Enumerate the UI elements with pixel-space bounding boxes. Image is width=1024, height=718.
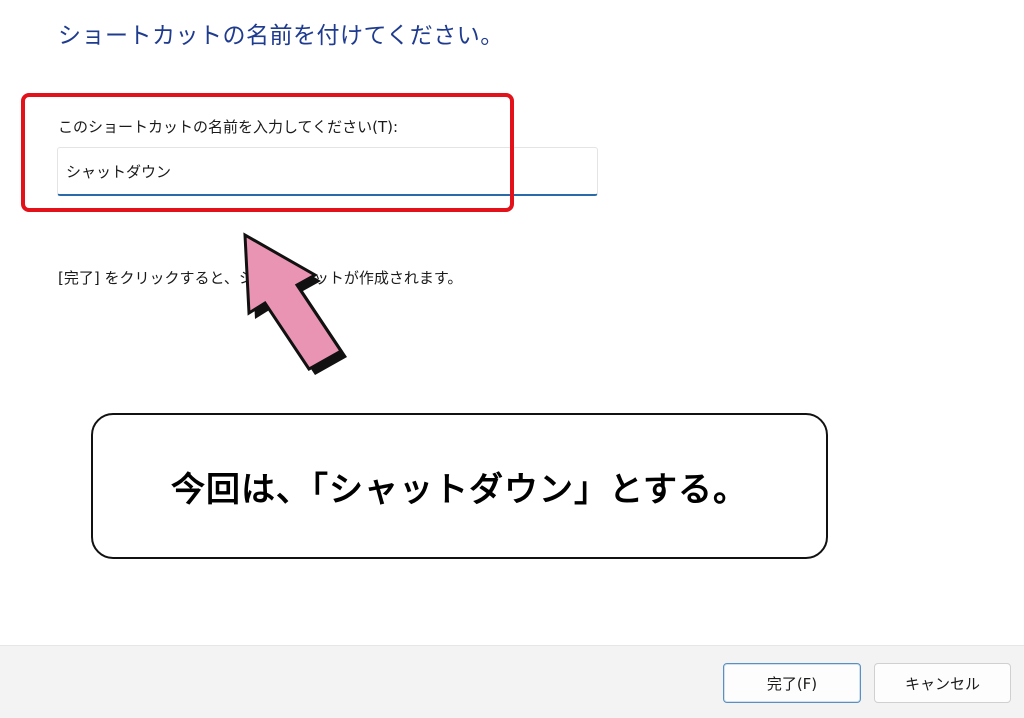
page-title: ショートカットの名前を付けてください。 [58, 23, 504, 49]
callout-box: 今回は、「シャットダウン」とする。 [91, 413, 828, 559]
finish-button[interactable]: 完了(F) [723, 663, 861, 703]
shortcut-name-input[interactable] [57, 147, 598, 196]
footer-bar [0, 645, 1024, 718]
up-left-arrow-icon [243, 232, 347, 375]
shortcut-name-label: このショートカットの名前を入力してください(T): [58, 118, 399, 136]
cancel-button[interactable]: キャンセル [874, 663, 1011, 703]
callout-text: 今回は、「シャットダウン」とする。 [171, 469, 748, 510]
